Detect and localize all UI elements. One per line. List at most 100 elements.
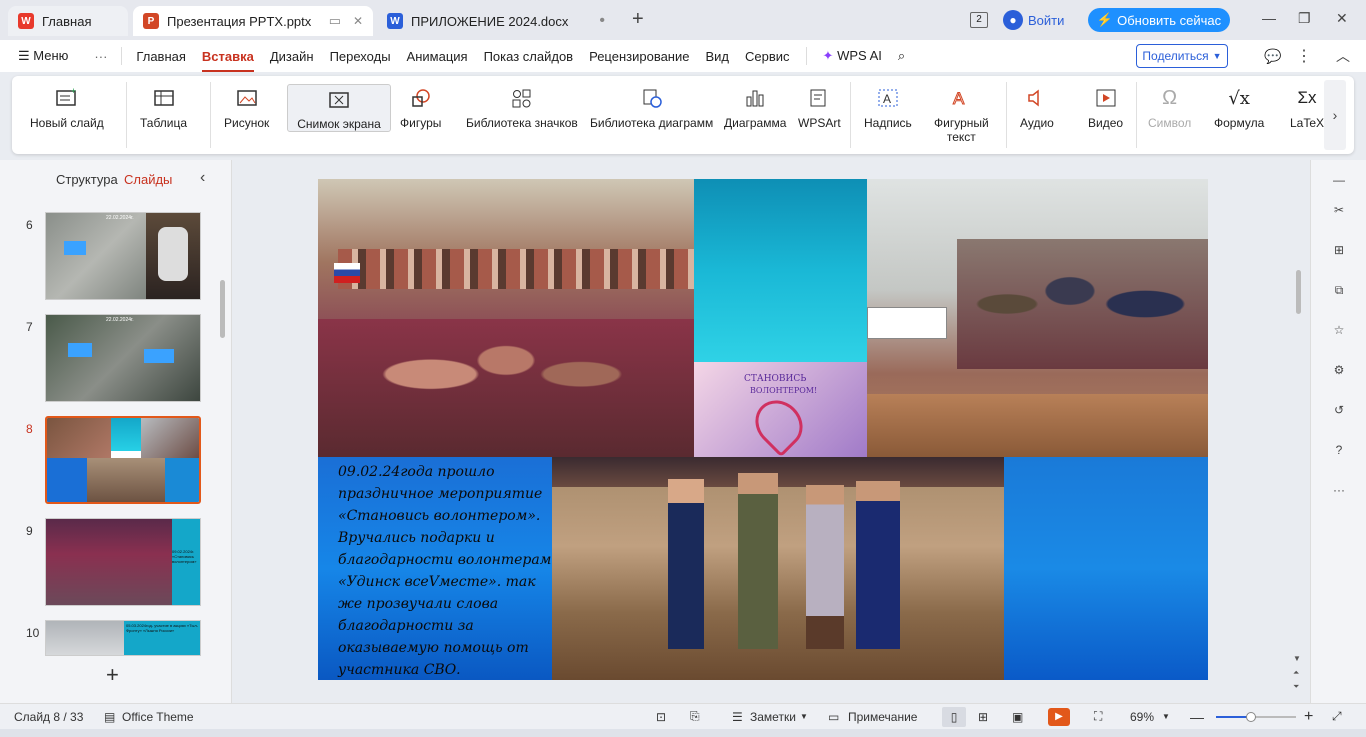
zoom-slider[interactable] [1216, 712, 1296, 722]
user-icon[interactable]: ● [1003, 10, 1023, 30]
search-icon[interactable]: ⌕ [890, 48, 913, 64]
tab-document[interactable]: W ПРИЛОЖЕНИЕ 2024.docx • [377, 6, 615, 36]
canvas-scrollbar[interactable] [1296, 270, 1301, 314]
zoom-out-icon[interactable]: — [1190, 709, 1204, 725]
scroll-down-icon[interactable]: ▼ [1293, 654, 1301, 663]
share-button[interactable]: Поделиться ▼ [1136, 44, 1228, 68]
menu-item-animation[interactable]: Анимация [399, 49, 476, 64]
fit-icon[interactable]: ⊡ [656, 710, 666, 724]
textbox-button[interactable]: A Надпись [864, 86, 912, 130]
chevron-down-icon[interactable]: ▼ [1162, 712, 1170, 721]
divider [210, 82, 211, 148]
menu-item-tools[interactable]: Сервис [737, 49, 798, 64]
tab-structure[interactable]: Структура [56, 172, 118, 187]
zoom-in-icon[interactable]: + [1304, 708, 1313, 726]
reading-view-icon[interactable]: ▣ [1012, 710, 1023, 724]
collapse-icon[interactable]: — [1329, 170, 1349, 190]
wps-ai-label: WPS AI [837, 48, 882, 63]
wpsart-button[interactable]: WPSArt [798, 86, 841, 130]
slide-thumbnail-7[interactable]: 22.02.2024г. [45, 314, 201, 402]
fit-window-icon[interactable]: ⛶ [1094, 709, 1102, 724]
history-icon[interactable]: ↺ [1329, 400, 1349, 420]
label: Снимок экрана [297, 117, 381, 131]
thumb-shape [144, 349, 174, 363]
comment-button[interactable]: Примечание [848, 710, 917, 724]
collapse-ribbon-icon[interactable]: ︿ [1336, 46, 1350, 66]
layout-icon[interactable]: ⊞ [1329, 240, 1349, 260]
dot-icon[interactable]: • [599, 12, 605, 30]
more-icon[interactable]: ··· [1329, 480, 1349, 500]
update-button[interactable]: ⚡ Обновить сейчас [1088, 8, 1230, 32]
menu-item-review[interactable]: Рецензирование [581, 49, 697, 64]
tab-slides[interactable]: Слайды [124, 172, 172, 187]
current-slide[interactable]: СТАНОВИСЬ ВОЛОНТЕРОМ! 09.02.24года прошл… [318, 179, 1208, 680]
new-slide-button[interactable]: + Новый слайд [30, 86, 104, 130]
chart-library-button[interactable]: Библиотека диаграмм [590, 86, 713, 130]
shapes-button[interactable]: Фигуры [400, 86, 441, 130]
zoom-level[interactable]: 69% [1130, 710, 1154, 724]
slide-thumbnail-10[interactable]: 05.03.2024год- участие в акциях «Тыл-Фро… [45, 620, 201, 656]
close-icon[interactable]: ✕ [353, 14, 363, 28]
more-icon[interactable]: ··· [86, 49, 115, 64]
window-count-badge[interactable]: 2 [970, 12, 988, 28]
latex-button[interactable]: Σx LaTeX [1290, 86, 1324, 130]
maximize-icon[interactable]: ❐ [1298, 10, 1311, 27]
panel-scrollbar[interactable] [220, 280, 225, 338]
slide-thumbnail-8[interactable] [45, 416, 201, 504]
formula-button[interactable]: √x Формула [1214, 86, 1264, 131]
chart-button[interactable]: Диаграмма [724, 86, 786, 130]
hall-crowd [957, 239, 1208, 369]
normal-view-icon[interactable]: ▯ [942, 706, 966, 727]
magic-wand-icon[interactable]: ✂ [1329, 200, 1349, 220]
menu-item-design[interactable]: Дизайн [262, 49, 322, 64]
picture-button[interactable]: Рисунок [224, 86, 269, 130]
menu-button[interactable]: ☰ Меню [10, 48, 76, 64]
menu-item-home[interactable]: Главная [128, 49, 193, 64]
symbol-button[interactable]: Ω Символ [1148, 86, 1191, 131]
window-close-icon[interactable]: ✕ [1336, 10, 1348, 27]
icon-library-button[interactable]: Библиотека значков [466, 86, 578, 130]
menu-item-insert[interactable]: Вставка [194, 49, 262, 72]
play-slideshow-icon[interactable]: ▶ [1048, 707, 1070, 726]
import-icon[interactable]: ⎘ [690, 709, 700, 724]
minimize-icon[interactable]: — [1262, 10, 1276, 26]
wordart-button[interactable]: A Фигурный текст [934, 86, 989, 145]
help-icon[interactable]: ? [1329, 440, 1349, 460]
menu-item-transitions[interactable]: Переходы [322, 49, 399, 64]
add-slide-icon[interactable]: + [106, 662, 119, 688]
chevron-down-icon[interactable]: ▼ [800, 712, 808, 721]
menu-item-view[interactable]: Вид [697, 49, 737, 64]
window-icon[interactable]: ▭ [329, 13, 341, 29]
screenshot-button[interactable]: Снимок экрана [287, 84, 391, 132]
zoom-slider-fill [1216, 716, 1250, 718]
page-up-icon[interactable]: ⏶ [1293, 668, 1299, 678]
more-icon[interactable]: ⋮ [1296, 46, 1312, 66]
sparkle-icon: ✦ [822, 48, 838, 63]
fullscreen-icon[interactable]: ⤢ [1332, 709, 1342, 724]
tab-home[interactable]: W Главная [8, 6, 128, 36]
tab-label: Презентация PPTX.pptx [167, 13, 312, 29]
wps-ai-button[interactable]: ✦ WPS AI [815, 48, 890, 64]
new-tab-icon[interactable]: + [632, 8, 644, 31]
star-icon[interactable]: ☆ [1329, 320, 1349, 340]
audio-button[interactable]: Аудио [1020, 86, 1054, 130]
tab-presentation[interactable]: P Презентация PPTX.pptx ▭ ✕ [133, 6, 373, 36]
login-link[interactable]: Войти [1028, 13, 1064, 28]
notes-button[interactable]: Заметки [750, 710, 796, 724]
menu-item-slideshow[interactable]: Показ слайдов [476, 49, 582, 64]
collapse-panel-icon[interactable]: ‹ [200, 169, 205, 187]
page-down-icon[interactable]: ⏷ [1293, 682, 1299, 692]
zoom-slider-thumb[interactable] [1246, 712, 1256, 722]
video-button[interactable]: Видео [1088, 86, 1123, 130]
comment-icon[interactable]: 💬 [1264, 48, 1281, 65]
ribbon-scroll-right-icon[interactable]: › [1324, 80, 1346, 150]
table-button[interactable]: Таблица [140, 86, 187, 130]
settings-icon[interactable]: ⚙ [1329, 360, 1349, 380]
theme-name[interactable]: Office Theme [122, 710, 194, 724]
tab-label: ПРИЛОЖЕНИЕ 2024.docx [411, 13, 569, 29]
copy-icon[interactable]: ⧉ [1329, 280, 1349, 300]
slide-text[interactable]: 09.02.24года прошло праздничное мероприя… [338, 461, 560, 680]
slide-thumbnail-6[interactable]: 22.02.2024г. [45, 212, 201, 300]
slide-sorter-icon[interactable]: ⊞ [978, 710, 988, 724]
slide-thumbnail-9[interactable]: 09.02.2024г. «Становись волонтером» [45, 518, 201, 606]
